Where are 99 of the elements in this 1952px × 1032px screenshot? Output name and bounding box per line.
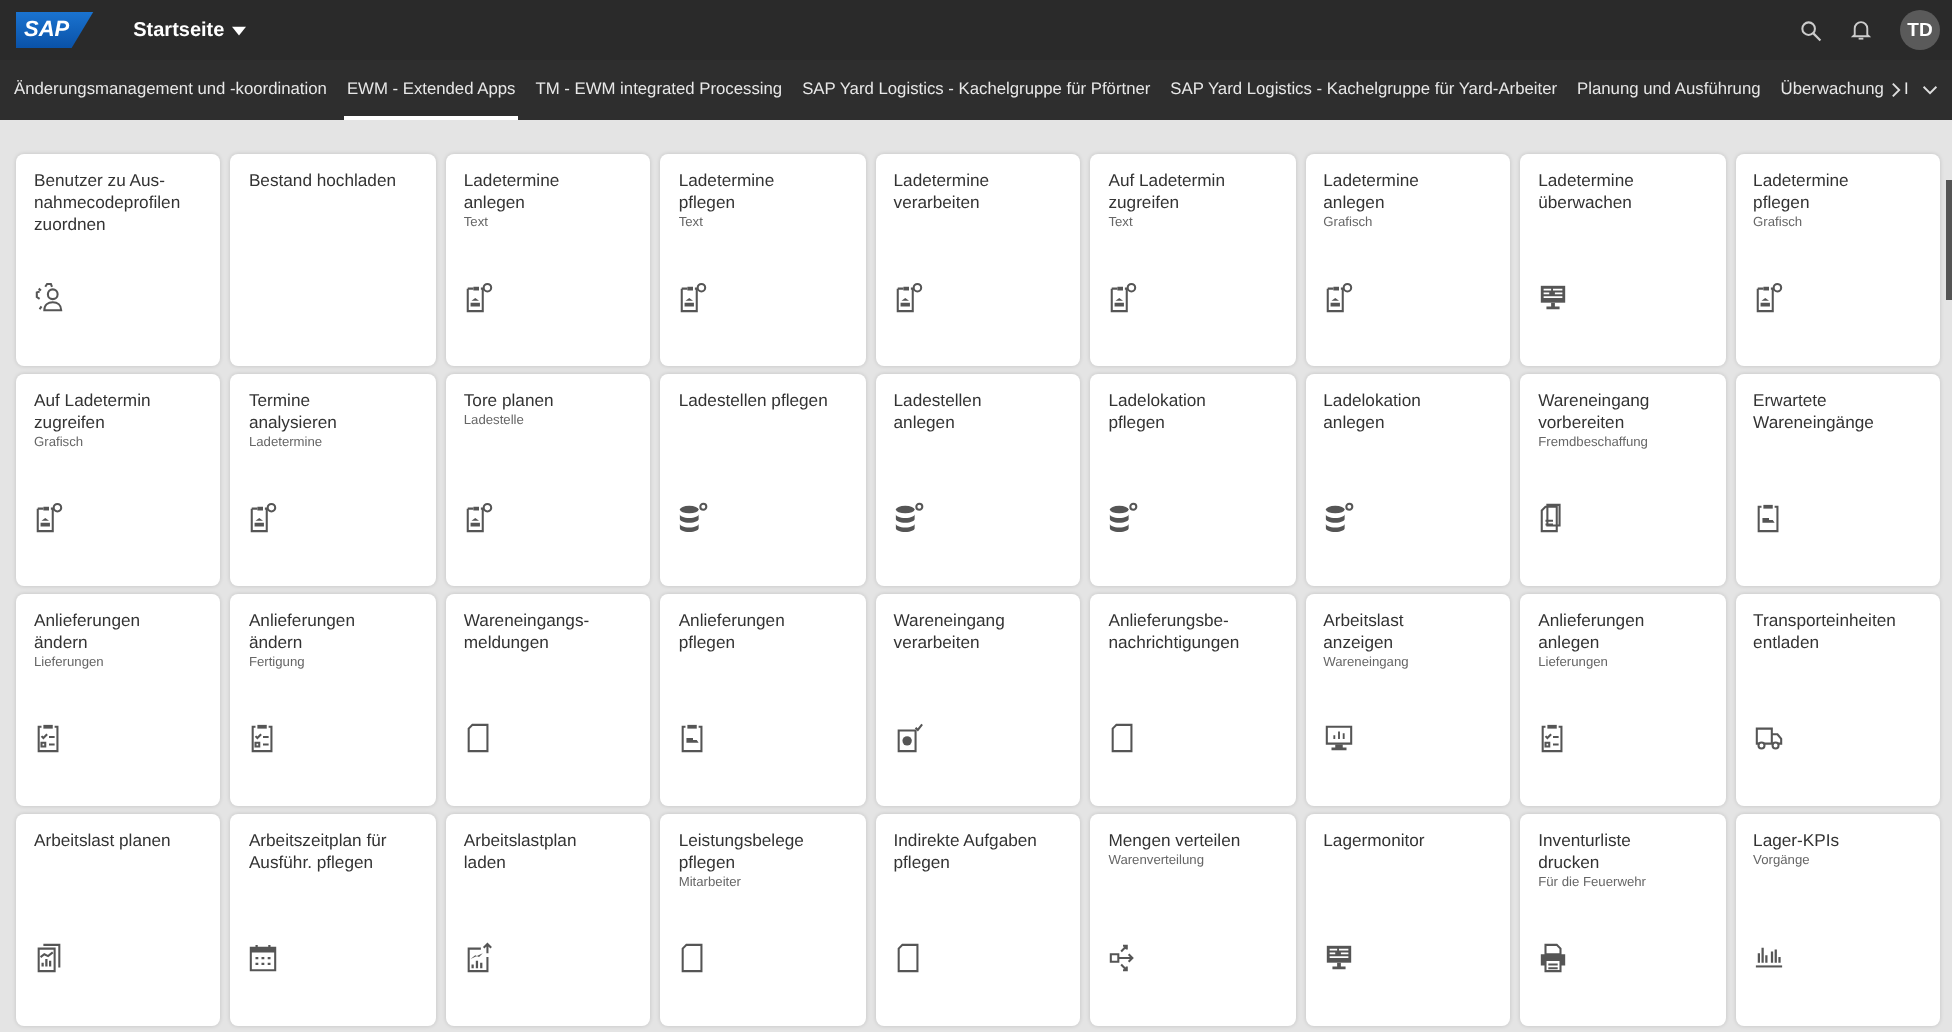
- tile-title: Anlieferungen ändern: [34, 610, 143, 654]
- tab[interactable]: I: [1901, 60, 1911, 120]
- database-gear-icon: [1108, 502, 1139, 534]
- app-tile[interactable]: Ladestellen pflegen: [660, 374, 866, 586]
- tile-title: Ladetermine pflegen: [1753, 170, 1851, 214]
- document-check-icon: [893, 722, 924, 754]
- app-tile[interactable]: Lagermonitor: [1305, 814, 1511, 1026]
- checklist-icon: [34, 722, 64, 754]
- clipboard-clock-icon: [1753, 282, 1784, 314]
- tab[interactable]: SAP Yard Logistics - Kachelgruppe für Pförtner: [800, 60, 1153, 120]
- document-icon: [463, 722, 494, 754]
- clipboard-clock-icon: [1108, 282, 1139, 314]
- tile-title: Lagermonitor: [1323, 830, 1427, 852]
- tab[interactable]: TM - EWM integrated Processing: [533, 60, 785, 120]
- app-tile[interactable]: Ladetermine überwachen: [1520, 154, 1726, 366]
- app-tile[interactable]: Arbeitslast planen: [16, 814, 221, 1026]
- tile-title: Ladestellen pflegen: [678, 390, 830, 412]
- app-tile[interactable]: Anlieferungsbe- nachrichtigungen: [1090, 594, 1296, 806]
- bell-icon[interactable]: [1850, 18, 1872, 42]
- tile-title: Wareneingang verarbeiten: [893, 610, 1007, 654]
- clipboard-clock-icon: [248, 502, 279, 534]
- tile-title: Bestand hochladen: [248, 170, 399, 192]
- app-tile[interactable]: Erwartete Wareneingänge: [1735, 374, 1940, 586]
- home-menu-button[interactable]: Startseite: [133, 19, 247, 41]
- clipboard-clock-icon: [34, 502, 64, 534]
- app-tile[interactable]: Ladestellen anlegen: [875, 374, 1081, 586]
- user-avatar[interactable]: TD: [1900, 10, 1940, 50]
- tile-title: Ladelokation pflegen: [1108, 390, 1208, 434]
- app-tile[interactable]: Wareneingangs- meldungen: [445, 594, 651, 806]
- app-tile[interactable]: Benutzer zu Aus- nahmecodeprofilen zuordnen: [16, 154, 221, 366]
- document-icon: [893, 942, 924, 974]
- database-gear-icon: [893, 502, 924, 534]
- chart-documents-icon: [34, 942, 64, 974]
- tile-title: Ladelokation anlegen: [1323, 390, 1423, 434]
- monitor-icon: [1323, 942, 1354, 974]
- tile-title: Erwartete Wareneingänge: [1753, 390, 1876, 434]
- app-tile[interactable]: Wareneingang verarbeiten: [875, 594, 1081, 806]
- monitor-chart-icon: [1323, 722, 1354, 754]
- tile-title: Mengen verteilen: [1108, 830, 1243, 852]
- chevron-right-icon[interactable]: [1888, 80, 1904, 100]
- chart-upload-icon: [463, 942, 494, 974]
- tile-title: Arbeitslast anzeigen: [1323, 610, 1406, 654]
- app-tile[interactable]: Arbeitszeitplan für Ausführ. pflegen: [230, 814, 436, 1026]
- tile-title: Termine analysieren: [248, 390, 339, 434]
- app-tile[interactable]: Ladetermine verarbeiten: [875, 154, 1081, 366]
- clipboard-clock-icon: [463, 282, 494, 314]
- truck-icon: [1753, 722, 1784, 754]
- distribute-icon: [1108, 942, 1139, 974]
- app-tile[interactable]: Anlieferungen pflegen: [660, 594, 866, 806]
- gear-person-icon: [34, 282, 64, 314]
- tile-title: Anlieferungen anlegen: [1538, 610, 1647, 654]
- calendar-icon: [248, 942, 279, 974]
- tile-title: Tore planen: [463, 390, 556, 412]
- tile-title: Wareneingangs- meldungen: [463, 610, 592, 654]
- app-tile[interactable]: Ladelokation pflegen: [1090, 374, 1296, 586]
- printer-icon: [1538, 942, 1569, 974]
- tile-title: Leistungsbelege pflegen: [678, 830, 806, 874]
- app-tile[interactable]: Indirekte Aufgaben pflegen: [875, 814, 1081, 1026]
- tile-title: Anlieferungen ändern: [248, 610, 357, 654]
- clipboard-clock-icon: [678, 282, 709, 314]
- clipboard-clock-icon: [893, 282, 924, 314]
- tile-title: Arbeitslast planen: [34, 830, 173, 852]
- app-tile[interactable]: Arbeitslastplan laden: [445, 814, 651, 1026]
- tab[interactable]: Planung und Ausführung: [1575, 60, 1763, 120]
- tile-title: Ladestellen anlegen: [893, 390, 984, 434]
- tile-title: Ladetermine anlegen: [463, 170, 562, 214]
- logo[interactable]: SAP: [16, 12, 94, 48]
- tile-title: Indirekte Aufgaben pflegen: [893, 830, 1039, 874]
- monitor-icon: [1538, 282, 1569, 314]
- tile-title: Ladetermine anlegen: [1323, 170, 1421, 214]
- tile-title: Auf Ladetermin zugreifen: [34, 390, 153, 434]
- tile-title: Lager-KPIs: [1753, 830, 1842, 852]
- tab[interactable]: EWM - Extended Apps: [344, 60, 518, 120]
- tile-title: Anlieferungsbe- nachrichtigungen: [1108, 610, 1242, 654]
- tile-title: Ladetermine verarbeiten: [893, 170, 992, 214]
- clipboard-clock-icon: [1323, 282, 1354, 314]
- search-icon[interactable]: [1800, 19, 1822, 41]
- tab[interactable]: SAP Yard Logistics - Kachelgruppe für Yard-Arbeiter: [1168, 60, 1560, 120]
- app-tile[interactable]: Bestand hochladen: [230, 154, 436, 366]
- database-gear-icon: [1323, 502, 1354, 534]
- tile-title: Inventurliste drucken: [1538, 830, 1633, 874]
- app-tile[interactable]: Ladelokation anlegen: [1305, 374, 1511, 586]
- caret-icon: [232, 25, 247, 35]
- tile-title: Ladetermine überwachen: [1538, 170, 1636, 214]
- scrollbar[interactable]: [1946, 180, 1952, 300]
- tile-title: Auf Ladetermin zugreifen: [1108, 170, 1227, 214]
- tile-title: Transporteinheiten entladen: [1753, 610, 1898, 654]
- tile-title: Ladetermine pflegen: [678, 170, 777, 214]
- tile-title: Anlieferungen pflegen: [678, 610, 787, 654]
- tile-title: Arbeitszeitplan für Ausführ. pflegen: [248, 830, 389, 874]
- tile-title: Benutzer zu Aus- nahmecodeprofilen zuordnen: [34, 170, 183, 236]
- tile-title: Wareneingang vorbereiten: [1538, 390, 1652, 434]
- database-gear-icon: [678, 502, 709, 534]
- chevron-down-icon[interactable]: [1920, 82, 1940, 98]
- app-tile[interactable]: Transporteinheiten entladen: [1735, 594, 1940, 806]
- tab[interactable]: Änderungsmanagement und -koordination: [12, 60, 329, 120]
- clipboard-clock-icon: [463, 502, 494, 534]
- tile-title: Arbeitslastplan laden: [463, 830, 579, 874]
- tab[interactable]: Überwachung: [1778, 60, 1886, 120]
